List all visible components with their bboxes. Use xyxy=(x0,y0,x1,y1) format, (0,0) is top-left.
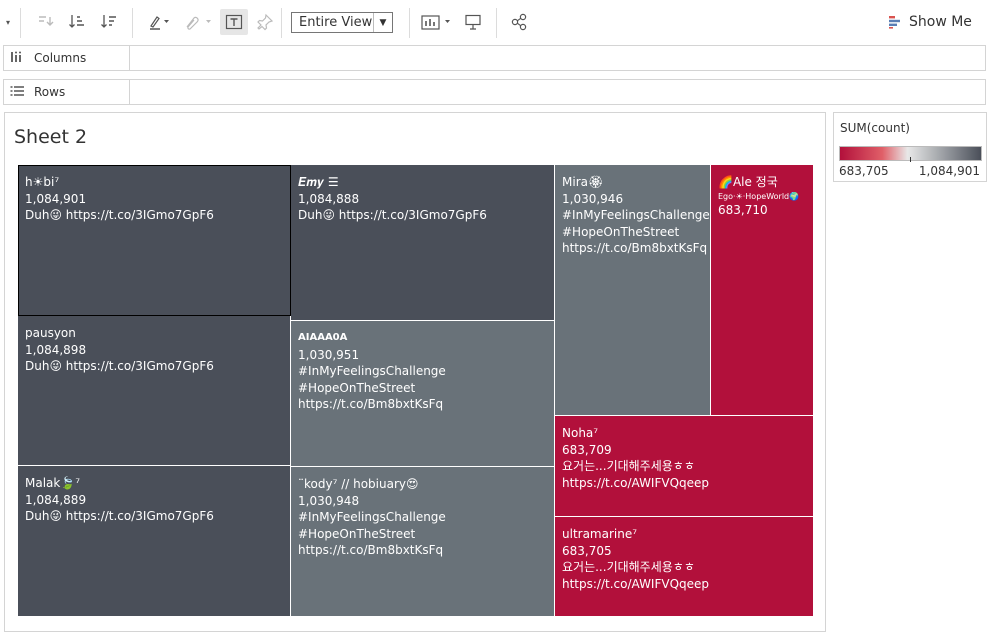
cell-text: Duh😜 https://t.co/3IGmo7GpF6 xyxy=(298,208,487,222)
show-me-label: Show Me xyxy=(909,14,972,30)
cell-name: h☀bi⁷ xyxy=(25,175,60,189)
columns-icon xyxy=(10,51,30,66)
color-legend[interactable]: SUM(count) 683,705 1,084,901 xyxy=(833,112,987,182)
cell-count: 1,084,898 xyxy=(25,342,87,357)
cell-name: Mira🏵 xyxy=(562,175,604,189)
cell-subname: Ego·☀·HopeWorld🌍 xyxy=(718,191,800,201)
cell-text: Duh😜 https://t.co/3IGmo7GpF6 xyxy=(25,359,214,373)
treemap-cell[interactable]: 🌈Ale 정국 Ego·☀·HopeWorld🌍 683,710 xyxy=(711,165,814,416)
pin-icon[interactable] xyxy=(254,10,276,34)
show-hide-cards-icon[interactable] xyxy=(420,10,454,34)
toolbar-separator xyxy=(496,8,497,38)
treemap-cell[interactable]: AIAAA0A 1,030,951 #InMyFeelingsChallenge… xyxy=(291,321,555,467)
cell-count: 1,030,946 xyxy=(562,191,624,206)
chevron-down-icon[interactable]: ▼ xyxy=(373,13,392,32)
rows-shelf[interactable]: Rows xyxy=(3,79,986,105)
toolbar-separator xyxy=(132,8,133,38)
sort-descending-icon[interactable] xyxy=(98,10,120,34)
cell-text: 요거는...기대해주세용ㅎㅎ xyxy=(562,459,695,473)
treemap-cell[interactable]: ultramarine⁷ 683,705 요거는...기대해주세용ㅎㅎ http… xyxy=(555,517,814,617)
cell-count: 1,084,889 xyxy=(25,492,87,507)
sheet-title: Sheet 2 xyxy=(14,126,88,148)
cell-count: 683,709 xyxy=(562,442,612,457)
cell-name: 𝑬𝒎𝒚 ☰ xyxy=(298,175,339,189)
cell-name: Malak🍃⁷ xyxy=(25,476,81,490)
cell-count: 683,705 xyxy=(562,543,612,558)
columns-shelf[interactable]: Columns xyxy=(3,45,986,71)
cell-count: 1,030,951 xyxy=(298,347,360,362)
cell-text: Duh😜 https://t.co/3IGmo7GpF6 xyxy=(25,509,214,523)
cell-text: 요거는...기대해주세용ㅎㅎ xyxy=(562,560,695,574)
toolbar-separator xyxy=(409,8,410,38)
cell-count: 1,084,888 xyxy=(298,191,360,206)
treemap-cell[interactable]: Mira🏵 1,030,946 #InMyFeelingsChallenge #… xyxy=(555,165,711,416)
share-icon[interactable] xyxy=(508,10,530,34)
cell-text: https://t.co/Bm8bxtKsFq xyxy=(562,241,708,255)
toolbar: ▾ Entire View ▼ Show Me xyxy=(0,0,993,44)
toolbar-dropdown-arrow-icon[interactable]: ▾ xyxy=(2,10,14,34)
cell-text: https://t.co/AWIFVQqeep xyxy=(562,475,710,490)
presentation-mode-icon[interactable] xyxy=(462,10,484,34)
show-me-icon xyxy=(889,16,900,29)
cell-name: AIAAA0A xyxy=(298,332,348,343)
show-me-button[interactable]: Show Me xyxy=(888,14,972,30)
highlight-icon[interactable] xyxy=(146,10,174,34)
cell-text: https://t.co/Bm8bxtKsFq xyxy=(298,543,444,557)
legend-midpoint-tick xyxy=(910,157,911,162)
columns-shelf-label: Columns xyxy=(4,46,130,70)
cell-text: #InMyFeelingsChallenge xyxy=(562,208,710,222)
cell-text: https://t.co/Bm8bxtKsFq xyxy=(298,397,444,411)
fit-view-select-value: Entire View xyxy=(299,15,373,30)
legend-title: SUM(count) xyxy=(840,121,910,135)
cell-text: #HopeOnTheStreet xyxy=(562,224,680,239)
rows-shelf-label: Rows xyxy=(4,80,130,104)
swap-rows-columns-icon[interactable] xyxy=(34,10,56,34)
legend-max-label: 1,084,901 xyxy=(918,164,980,178)
treemap-cell[interactable]: Malak🍃⁷ 1,084,889 Duh😜 https://t.co/3IGm… xyxy=(18,466,291,617)
toolbar-separator xyxy=(20,8,21,38)
cell-name: Noha⁷ xyxy=(562,426,599,440)
cell-text: #HopeOnTheStreet xyxy=(298,526,416,541)
cell-text: Duh😜 https://t.co/3IGmo7GpF6 xyxy=(25,208,214,222)
cell-text: https://t.co/AWIFVQqeep xyxy=(562,576,710,591)
cell-text: #InMyFeelingsChallenge xyxy=(298,364,446,378)
clip-icon[interactable] xyxy=(180,10,216,34)
cell-count: 683,710 xyxy=(718,202,768,217)
fit-view-select[interactable]: Entire View ▼ xyxy=(291,12,393,33)
text-label-icon[interactable] xyxy=(220,9,248,35)
sort-ascending-icon[interactable] xyxy=(66,10,88,34)
treemap-cell[interactable]: h☀bi⁷ 1,084,901 Duh😜 https://t.co/3IGmo7… xyxy=(18,165,291,316)
treemap-cell[interactable]: Noha⁷ 683,709 요거는...기대해주세용ㅎㅎ https://t.c… xyxy=(555,416,814,517)
legend-min-label: 683,705 xyxy=(839,164,889,178)
cell-text: #HopeOnTheStreet xyxy=(298,380,416,395)
cell-count: 1,030,948 xyxy=(298,493,360,508)
treemap-cell[interactable]: pausyon 1,084,898 Duh😜 https://t.co/3IGm… xyxy=(18,316,291,466)
cell-name: 🌈Ale 정국 xyxy=(718,175,778,189)
treemap-cell[interactable]: ¨kody⁷ // hobiuary😍 1,030,948 #InMyFeeli… xyxy=(291,467,555,617)
cell-name: ultramarine⁷ xyxy=(562,527,638,541)
cell-name: ¨kody⁷ // hobiuary😍 xyxy=(298,477,419,491)
treemap-cell[interactable]: 𝑬𝒎𝒚 ☰ 1,084,888 Duh😜 https://t.co/3IGmo7… xyxy=(291,165,555,321)
toolbar-separator xyxy=(281,8,282,38)
cell-count: 1,084,901 xyxy=(25,191,87,206)
columns-label: Columns xyxy=(34,51,87,65)
rows-icon xyxy=(10,85,30,100)
cell-text: #InMyFeelingsChallenge xyxy=(298,510,446,524)
cell-name: pausyon xyxy=(25,326,76,340)
rows-label: Rows xyxy=(34,85,66,99)
